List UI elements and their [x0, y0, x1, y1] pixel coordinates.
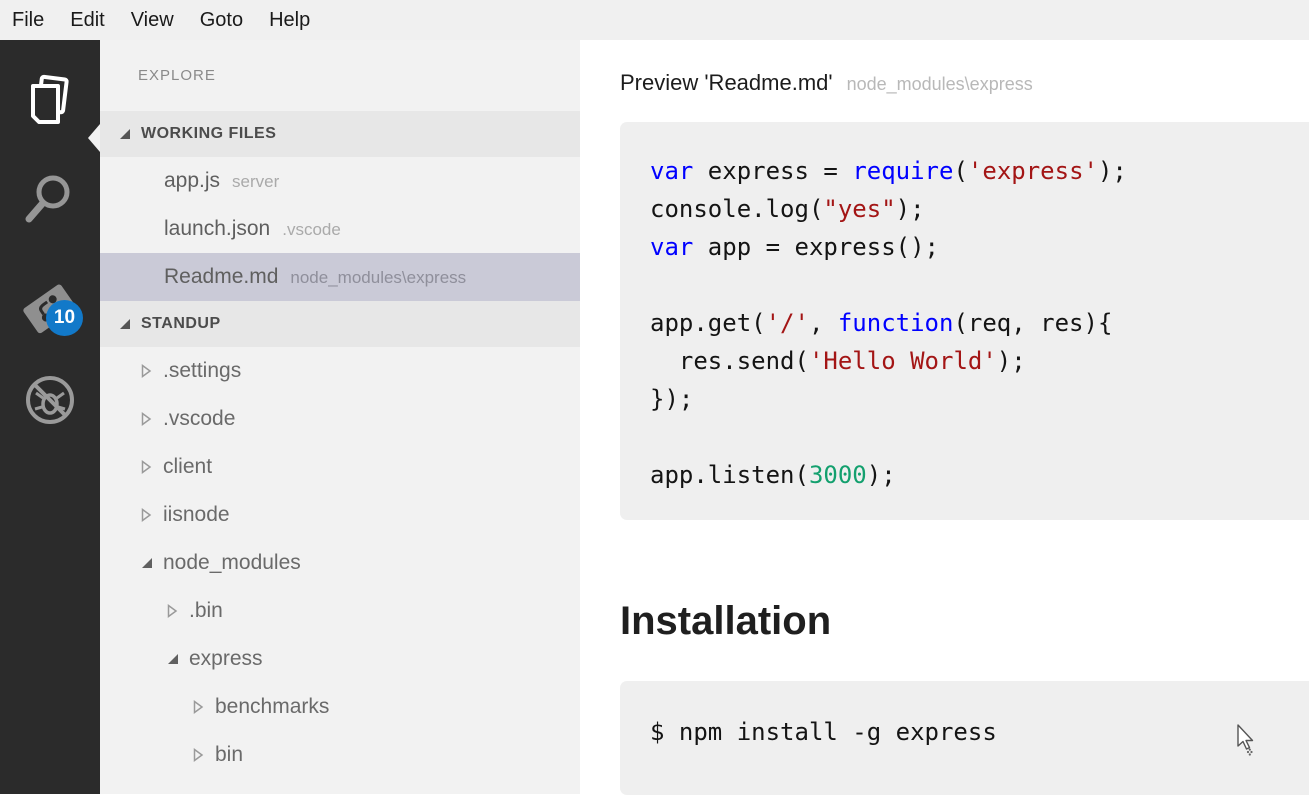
chevron-collapsed-icon	[140, 460, 153, 474]
file-decorator: server	[232, 158, 279, 206]
standup-label: STANDUP	[141, 315, 221, 333]
code-line	[650, 266, 1309, 304]
file-name: Readme.md	[164, 253, 278, 301]
tree-item-bin[interactable]: .bin	[100, 587, 580, 635]
working-file-app.js[interactable]: app.js server	[100, 157, 580, 205]
menu-item-help[interactable]: Help	[269, 9, 310, 32]
tree-item-client[interactable]: client	[100, 443, 580, 491]
explorer-icon[interactable]	[0, 73, 100, 127]
chevron-collapsed-icon	[140, 412, 153, 426]
working-files-label: WORKING FILES	[141, 125, 276, 143]
tree-item-label: express	[189, 647, 263, 671]
chevron-expanded-icon	[166, 653, 179, 665]
tree-item-label: .settings	[163, 359, 241, 383]
working-files-header[interactable]: WORKING FILES	[100, 111, 580, 157]
working-files-list: app.js serverlaunch.json.vscodeReadme.mdn…	[100, 157, 580, 301]
chevron-collapsed-icon	[166, 604, 179, 618]
working-file-launch.json[interactable]: launch.json.vscode	[100, 205, 580, 253]
code-line	[650, 418, 1309, 456]
file-decorator: .vscode	[282, 206, 341, 254]
file-name: app.js	[164, 157, 220, 205]
chevron-collapsed-icon	[192, 748, 205, 762]
working-file-readme.md[interactable]: Readme.mdnode_modules\express	[100, 253, 580, 301]
preview-title-path: node_modules\express	[847, 74, 1033, 94]
code-line: });	[650, 380, 1309, 418]
preview-title: Preview 'Readme.md' node_modules\express	[620, 70, 1309, 98]
tree-item-vscode[interactable]: .vscode	[100, 395, 580, 443]
preview-title-text: Preview 'Readme.md'	[620, 70, 833, 95]
active-icon-notch	[88, 124, 100, 152]
menu-bar: File Edit View Goto Help	[0, 0, 1309, 40]
tree-item-label: iisnode	[163, 503, 230, 527]
chevron-collapsed-icon	[192, 700, 205, 714]
tree-item-label: client	[163, 455, 212, 479]
tree-item-settings[interactable]: .settings	[100, 347, 580, 395]
menu-item-edit[interactable]: Edit	[70, 9, 104, 32]
installation-heading: Installation	[620, 598, 1309, 645]
chevron-collapsed-icon	[140, 364, 153, 378]
section-expanded-icon	[118, 318, 131, 330]
markdown-preview-pane: Preview 'Readme.md'node_modules\express …	[580, 40, 1309, 794]
activity-bar: 10	[0, 40, 100, 794]
tree-item-label: benchmarks	[215, 695, 329, 719]
menu-item-view[interactable]: View	[131, 9, 174, 32]
explorer-sidebar: EXPLORE WORKING FILES app.js serverlaunch…	[100, 40, 580, 794]
code-block-js: var express = require('express');console…	[620, 122, 1309, 520]
debug-disabled-icon[interactable]	[0, 373, 100, 427]
search-icon[interactable]	[0, 172, 100, 226]
code-line: var app = express();	[650, 228, 1309, 266]
chevron-expanded-icon	[140, 557, 153, 569]
tree-item-label: .bin	[189, 599, 223, 623]
code-line: $ npm install -g express	[650, 713, 1309, 751]
tree-item-label: node_modules	[163, 551, 301, 575]
tree-item-node_modules[interactable]: node_modules	[100, 539, 580, 587]
tree-item-benchmarks[interactable]: benchmarks	[100, 683, 580, 731]
explore-header: EXPLORE	[100, 40, 580, 111]
git-badge: 10	[46, 300, 83, 336]
tree-item-bin[interactable]: bin	[100, 731, 580, 779]
code-block-shell: $ npm install -g express	[620, 681, 1309, 795]
code-line: res.send('Hello World');	[650, 342, 1309, 380]
code-line: app.get('/', function(req, res){	[650, 304, 1309, 342]
tree-item-label: .vscode	[163, 407, 235, 431]
tree-item-label: bin	[215, 743, 243, 767]
tree-item-iisnode[interactable]: iisnode	[100, 491, 580, 539]
file-tree: .settings .vscode client iisnode node_module…	[100, 347, 580, 779]
menu-item-file[interactable]: File	[12, 9, 44, 32]
chevron-collapsed-icon	[140, 508, 153, 522]
menu-item-goto[interactable]: Goto	[200, 9, 243, 32]
file-name: launch.json	[164, 205, 270, 253]
mouse-cursor-icon	[1236, 724, 1258, 761]
code-line: console.log("yes");	[650, 190, 1309, 228]
section-expanded-icon	[118, 128, 131, 140]
tree-item-express[interactable]: express	[100, 635, 580, 683]
code-line: var express = require('express');	[650, 152, 1309, 190]
code-line: app.listen(3000);	[650, 456, 1309, 494]
standup-header[interactable]: STANDUP	[100, 301, 580, 347]
file-decorator: node_modules\express	[290, 254, 466, 302]
